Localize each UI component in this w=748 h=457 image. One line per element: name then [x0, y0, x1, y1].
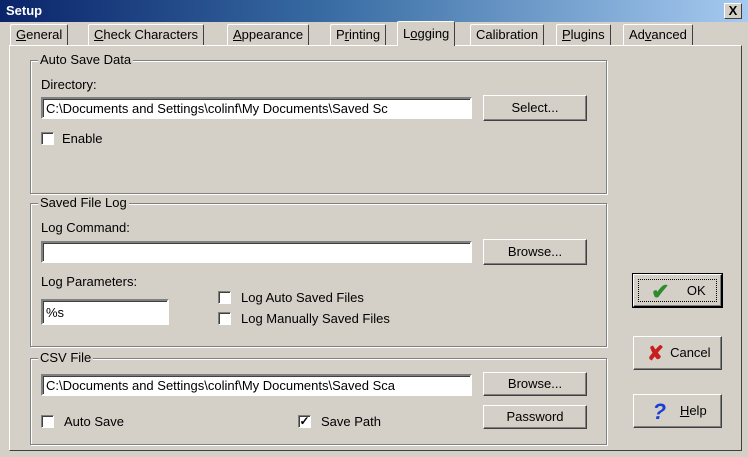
directory-field[interactable]: C:\Documents and Settings\colinf\My Docu…: [41, 97, 472, 119]
directory-label: Directory:: [41, 77, 97, 92]
tab-check-characters[interactable]: Check Characters: [88, 24, 205, 45]
select-button[interactable]: Select...: [483, 95, 587, 121]
csv-auto-save-label: Auto Save: [64, 414, 124, 429]
tab-logging[interactable]: Logging: [397, 21, 456, 46]
password-button[interactable]: Password: [483, 405, 587, 429]
close-icon: X: [728, 3, 738, 18]
log-manually-saved-checkbox[interactable]: [218, 312, 231, 325]
tab-general[interactable]: General: [10, 24, 69, 45]
close-button[interactable]: X: [724, 3, 742, 19]
help-question-icon: ?: [652, 398, 667, 424]
title-bar: Setup X: [0, 0, 748, 22]
tab-advanced[interactable]: Advanced: [623, 24, 693, 45]
log-manually-saved-label: Log Manually Saved Files: [241, 311, 390, 326]
logging-panel: Auto Save Data Directory: C:\Documents a…: [9, 45, 742, 451]
csv-file-legend: CSV File: [38, 350, 94, 365]
log-parameters-label: Log Parameters:: [41, 274, 138, 289]
cancel-x-icon: ✘: [647, 342, 664, 365]
tab-appearance[interactable]: Appearance: [227, 24, 310, 45]
log-parameters-field[interactable]: %s: [41, 299, 169, 325]
log-command-field[interactable]: [41, 241, 472, 263]
auto-save-legend: Auto Save Data: [38, 52, 134, 67]
csv-file-group: CSV File C:\Documents and Settings\colin…: [30, 350, 607, 445]
log-browse-button[interactable]: Browse...: [483, 239, 587, 265]
help-button[interactable]: ? Help: [633, 394, 722, 428]
cancel-button[interactable]: ✘ Cancel: [633, 336, 722, 370]
tab-printing[interactable]: Printing: [330, 24, 387, 45]
check-icon: ✓: [299, 414, 310, 428]
save-path-checkbox[interactable]: ✓: [298, 415, 311, 428]
tab-plugins[interactable]: Plugins: [556, 24, 611, 45]
csv-auto-save-checkbox[interactable]: [41, 415, 54, 428]
log-command-label: Log Command:: [41, 220, 130, 235]
csv-path-field[interactable]: C:\Documents and Settings\colinf\My Docu…: [41, 374, 472, 396]
saved-file-log-group: Saved File Log Log Command: Browse... Lo…: [30, 195, 607, 347]
window-title: Setup: [6, 3, 43, 18]
saved-file-log-legend: Saved File Log: [38, 195, 129, 210]
enable-label: Enable: [62, 131, 103, 146]
log-auto-saved-label: Log Auto Saved Files: [241, 290, 364, 305]
auto-save-group: Auto Save Data Directory: C:\Documents a…: [30, 52, 607, 194]
help-label: elp: [689, 403, 707, 418]
enable-checkbox[interactable]: [41, 132, 54, 145]
ok-button[interactable]: ✔ OK: [633, 274, 722, 307]
csv-browse-button[interactable]: Browse...: [483, 372, 587, 396]
save-path-label: Save Path: [321, 414, 381, 429]
focus-rect: [638, 279, 717, 302]
log-auto-saved-checkbox[interactable]: [218, 291, 231, 304]
cancel-label: Cancel: [670, 345, 711, 360]
tab-calibration[interactable]: Calibration: [470, 24, 545, 45]
